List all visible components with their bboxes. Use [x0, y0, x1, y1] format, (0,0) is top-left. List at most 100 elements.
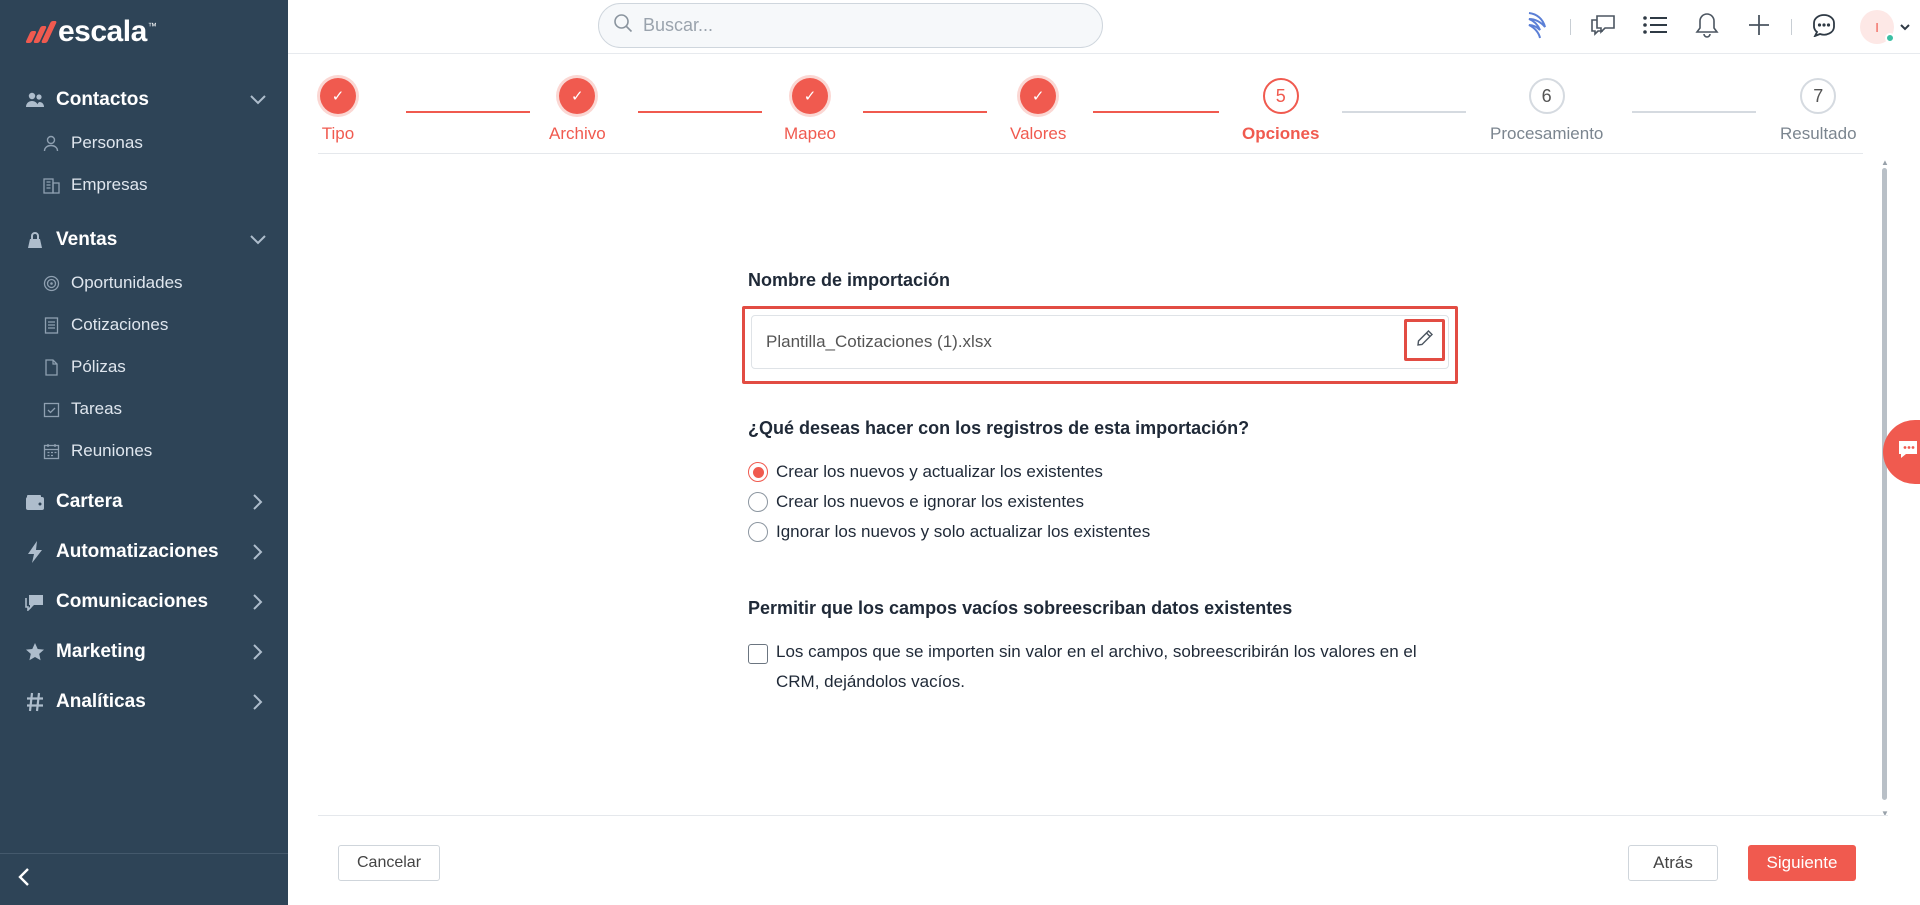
step-label: Tipo: [321, 124, 355, 143]
step-label: Mapeo: [784, 124, 836, 143]
step-connector: [406, 111, 530, 113]
create-button[interactable]: [1733, 0, 1785, 54]
hash-icon: [24, 691, 46, 713]
step-label: Archivo: [549, 124, 606, 143]
sidebar-item-label: Tareas: [71, 399, 123, 418]
scroll-up-arrow-icon[interactable]: ▲: [1881, 158, 1889, 167]
step-connector: [638, 111, 762, 113]
cancel-button[interactable]: Cancelar: [338, 845, 440, 881]
import-stepper: ✓ Tipo ✓ Archivo ✓ Mapeo ✓ Valores 5 Opc…: [318, 62, 1863, 154]
file-icon: [42, 358, 60, 376]
sidebar-section-cartera[interactable]: Cartera: [0, 480, 288, 524]
sidebar-item-oportunidades[interactable]: Oportunidades: [0, 262, 288, 304]
user-menu[interactable]: I: [1850, 0, 1920, 54]
step-connector: [863, 111, 987, 113]
sidebar-section-comunicaciones[interactable]: Comunicaciones: [0, 580, 288, 624]
sidebar-item-personas[interactable]: Personas: [0, 122, 288, 164]
sidebar-item-label: Empresas: [71, 175, 148, 194]
wallet-icon: [24, 491, 46, 513]
radio-option-create-ignore[interactable]: Crear los nuevos e ignorar los existente…: [748, 492, 1084, 512]
step-check-icon: ✓: [559, 78, 596, 114]
sidebar-item-label: Oportunidades: [71, 273, 183, 292]
sidebar-item-tareas[interactable]: Tareas: [0, 388, 288, 430]
sidebar-section-label: Cartera: [56, 491, 123, 512]
sidebar-section-contactos[interactable]: Contactos: [0, 78, 288, 122]
calendar-icon: [42, 442, 60, 460]
assistant-button[interactable]: [1512, 0, 1564, 54]
step-opciones[interactable]: 5 Opciones: [1242, 78, 1319, 144]
search-icon: [613, 13, 633, 38]
chevron-right-icon: [250, 544, 266, 560]
collapse-sidebar-button[interactable]: [0, 853, 288, 905]
sidebar-section-ventas[interactable]: Ventas: [0, 218, 288, 262]
task-icon: [42, 400, 60, 418]
sidebar-item-label: Reuniones: [71, 441, 153, 460]
step-tipo[interactable]: ✓ Tipo: [320, 78, 356, 144]
step-check-icon: ✓: [1020, 78, 1057, 114]
radio-label: Crear los nuevos y actualizar los existe…: [776, 462, 1103, 481]
radio-option-ignore-update[interactable]: Ignorar los nuevos y solo actualizar los…: [748, 522, 1150, 542]
sidebar: escala ™ Contactos Personas Empresas Ven…: [0, 0, 288, 905]
chevron-left-icon: [18, 868, 30, 891]
radio-button[interactable]: [748, 522, 768, 542]
chevron-right-icon: [250, 494, 266, 510]
content-scrollbar[interactable]: ▲ ▼: [1880, 158, 1890, 818]
plus-icon: [1748, 14, 1770, 41]
tasks-list-button[interactable]: [1629, 0, 1681, 54]
sidebar-section-label: Ventas: [56, 229, 118, 250]
radio-button[interactable]: [748, 492, 768, 512]
step-number: 6: [1528, 78, 1565, 114]
chevron-down-icon: [250, 92, 266, 108]
step-check-icon: ✓: [320, 78, 356, 114]
step-connector: [1632, 111, 1756, 113]
support-button[interactable]: [1798, 0, 1850, 54]
sidebar-nav: Contactos Personas Empresas Ventas Oport…: [0, 78, 288, 724]
import-name-field[interactable]: Plantilla_Cotizaciones (1).xlsx: [751, 315, 1449, 369]
bolt-icon: [24, 541, 46, 563]
list-icon: [1643, 15, 1667, 39]
chevron-right-icon: [250, 594, 266, 610]
scroll-thumb[interactable]: [1882, 168, 1887, 800]
avatar: I: [1860, 10, 1895, 44]
overwrite-label: Los campos que se importen sin valor en …: [776, 642, 1417, 691]
step-valores[interactable]: ✓ Valores: [1010, 78, 1066, 144]
sidebar-item-polizas[interactable]: Pólizas: [0, 346, 288, 388]
overwrite-option[interactable]: Los campos que se importen sin valor en …: [748, 642, 1448, 697]
topbar-actions: I: [1512, 0, 1920, 54]
edit-name-button[interactable]: [1404, 319, 1445, 361]
search-box[interactable]: [598, 3, 1103, 48]
sidebar-section-marketing[interactable]: Marketing: [0, 630, 288, 674]
sales-icon: [24, 229, 46, 251]
sidebar-item-empresas[interactable]: Empresas: [0, 164, 288, 206]
conversations-button[interactable]: [1577, 0, 1629, 54]
back-button[interactable]: Atrás: [1628, 845, 1718, 881]
import-options-form: Nombre de importación Plantilla_Cotizaci…: [742, 270, 1458, 691]
topbar: I: [288, 0, 1920, 54]
step-archivo[interactable]: ✓ Archivo: [549, 78, 606, 144]
search-input[interactable]: [643, 15, 1083, 36]
sidebar-item-label: Personas: [71, 133, 143, 152]
wings-icon: [1525, 11, 1551, 44]
overwrite-checkbox[interactable]: [748, 644, 768, 664]
sidebar-section-automatizaciones[interactable]: Automatizaciones: [0, 530, 288, 574]
step-label: Procesamiento: [1490, 124, 1604, 143]
star-icon: [24, 641, 46, 663]
building-icon: [42, 176, 60, 194]
logo[interactable]: escala ™: [25, 14, 157, 50]
sidebar-item-cotizaciones[interactable]: Cotizaciones: [0, 304, 288, 346]
sidebar-section-label: Comunicaciones: [56, 591, 209, 612]
bell-icon: [1695, 12, 1719, 43]
step-label: Resultado: [1780, 124, 1857, 143]
sidebar-item-reuniones[interactable]: Reuniones: [0, 430, 288, 472]
radio-option-create-update[interactable]: Crear los nuevos y actualizar los existe…: [748, 462, 1103, 482]
notifications-button[interactable]: [1681, 0, 1733, 54]
next-button[interactable]: Siguiente: [1748, 845, 1856, 881]
sidebar-section-label: Marketing: [56, 641, 146, 662]
radio-button[interactable]: [748, 462, 768, 482]
step-label: Opciones: [1242, 124, 1320, 143]
step-mapeo[interactable]: ✓ Mapeo: [784, 78, 836, 144]
sidebar-item-label: Cotizaciones: [71, 315, 169, 334]
sidebar-section-label: Analíticas: [56, 691, 146, 712]
sidebar-section-analiticas[interactable]: Analíticas: [0, 680, 288, 724]
scroll-down-arrow-icon[interactable]: ▼: [1881, 809, 1889, 818]
